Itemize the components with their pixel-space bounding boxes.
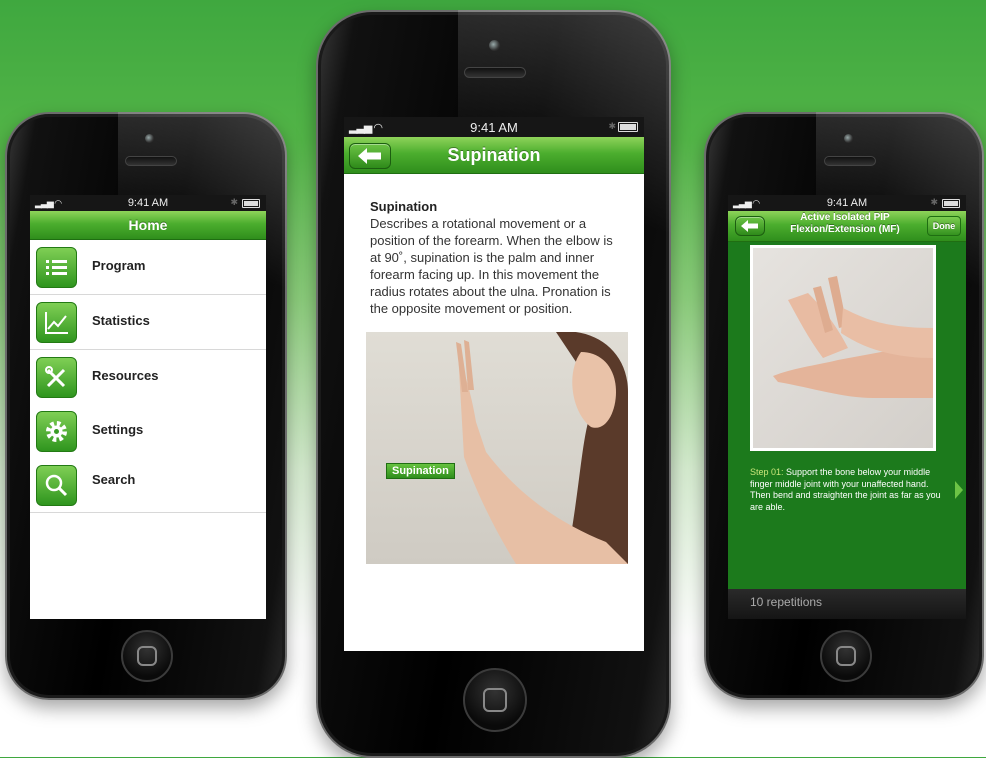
speaker-icon bbox=[464, 67, 526, 78]
menu-label: Resources bbox=[92, 368, 159, 383]
status-bar: ▂▃▅ ◠ 9:41 AM ✱ bbox=[30, 195, 266, 211]
battery-icon bbox=[242, 199, 260, 208]
left-screen: ▂▃▅ ◠ 9:41 AM ✱ Home Program Statistics … bbox=[30, 195, 266, 619]
menu-item-settings[interactable]: Settings bbox=[30, 404, 266, 459]
bluetooth-icon: ✱ bbox=[230, 197, 238, 207]
tools-icon bbox=[36, 357, 77, 398]
done-button[interactable]: Done bbox=[927, 216, 961, 236]
nav-title-line1: Active Isolated PIP bbox=[800, 212, 890, 223]
menu-label: Search bbox=[92, 472, 136, 487]
image-tag: Supination bbox=[386, 463, 455, 479]
chart-line-icon bbox=[36, 302, 77, 343]
menu-item-program[interactable]: Program bbox=[30, 240, 266, 295]
hands-illustration bbox=[773, 276, 933, 398]
exercise-image bbox=[750, 245, 936, 451]
step-label: Step 01: bbox=[750, 467, 784, 477]
home-button[interactable] bbox=[121, 630, 173, 682]
forearm-illustration bbox=[456, 331, 628, 564]
repetitions-label: 10 repetitions bbox=[750, 595, 823, 609]
status-bar: ▂▃▅ ◠ 9:41 AM ✱ bbox=[728, 195, 966, 211]
menu-item-search[interactable]: Search bbox=[30, 458, 266, 513]
nav-bar: Active Isolated PIP Flexion/Extension (M… bbox=[728, 211, 966, 242]
back-arrow-icon bbox=[741, 220, 758, 232]
home-square-icon bbox=[483, 688, 507, 712]
status-bar: ▂▃▅ ◠ 9:41 AM ✱ bbox=[344, 117, 644, 137]
supination-image: Supination bbox=[366, 331, 628, 564]
battery-icon bbox=[942, 199, 960, 208]
right-phone: ▂▃▅ ◠ 9:41 AM ✱ Active Isolated PIP Flex… bbox=[704, 112, 984, 700]
back-button[interactable] bbox=[735, 216, 765, 236]
bluetooth-icon: ✱ bbox=[930, 197, 938, 207]
nav-title: Supination bbox=[447, 145, 541, 165]
speaker-icon bbox=[824, 156, 876, 166]
nav-title-line2: Flexion/Extension (MF) bbox=[790, 224, 900, 235]
battery-icon bbox=[618, 122, 638, 132]
camera-icon bbox=[489, 40, 500, 51]
list-icon bbox=[36, 247, 77, 288]
right-screen: ▂▃▅ ◠ 9:41 AM ✱ Active Isolated PIP Flex… bbox=[728, 195, 966, 619]
menu-label: Settings bbox=[92, 422, 144, 437]
home-button[interactable] bbox=[820, 630, 872, 682]
speaker-icon bbox=[125, 156, 177, 166]
nav-bar: Home bbox=[30, 211, 266, 240]
status-time: 9:41 AM bbox=[470, 120, 518, 135]
nav-title: Active Isolated PIP Flexion/Extension (M… bbox=[764, 212, 926, 236]
menu-item-statistics[interactable]: Statistics bbox=[30, 295, 266, 350]
menu-label: Statistics bbox=[92, 313, 150, 328]
bluetooth-icon: ✱ bbox=[608, 121, 616, 131]
home-square-icon bbox=[137, 646, 157, 666]
search-icon bbox=[36, 465, 77, 506]
nav-bar: Supination bbox=[344, 137, 644, 174]
center-screen: ▂▃▅ ◠ 9:41 AM ✱ Supination Supination De… bbox=[344, 117, 644, 651]
camera-icon bbox=[145, 134, 154, 143]
menu-item-resources[interactable]: Resources bbox=[30, 350, 266, 405]
gear-icon bbox=[36, 411, 77, 452]
left-phone: ▂▃▅ ◠ 9:41 AM ✱ Home Program Statistics … bbox=[5, 112, 287, 700]
repetitions-bar: 10 repetitions bbox=[728, 589, 966, 619]
center-phone: ▂▃▅ ◠ 9:41 AM ✱ Supination Supination De… bbox=[316, 10, 671, 758]
menu-label: Program bbox=[92, 258, 146, 273]
next-step-arrow-icon[interactable] bbox=[955, 481, 963, 499]
camera-icon bbox=[844, 134, 853, 143]
nav-title: Home bbox=[128, 217, 168, 233]
definition-body: Describes a rotational movement or a pos… bbox=[370, 216, 613, 316]
home-square-icon bbox=[836, 646, 856, 666]
definition-heading: Supination bbox=[370, 199, 438, 214]
step-text: Step 01: Support the bone below your mid… bbox=[750, 467, 946, 513]
home-button[interactable] bbox=[463, 668, 527, 732]
